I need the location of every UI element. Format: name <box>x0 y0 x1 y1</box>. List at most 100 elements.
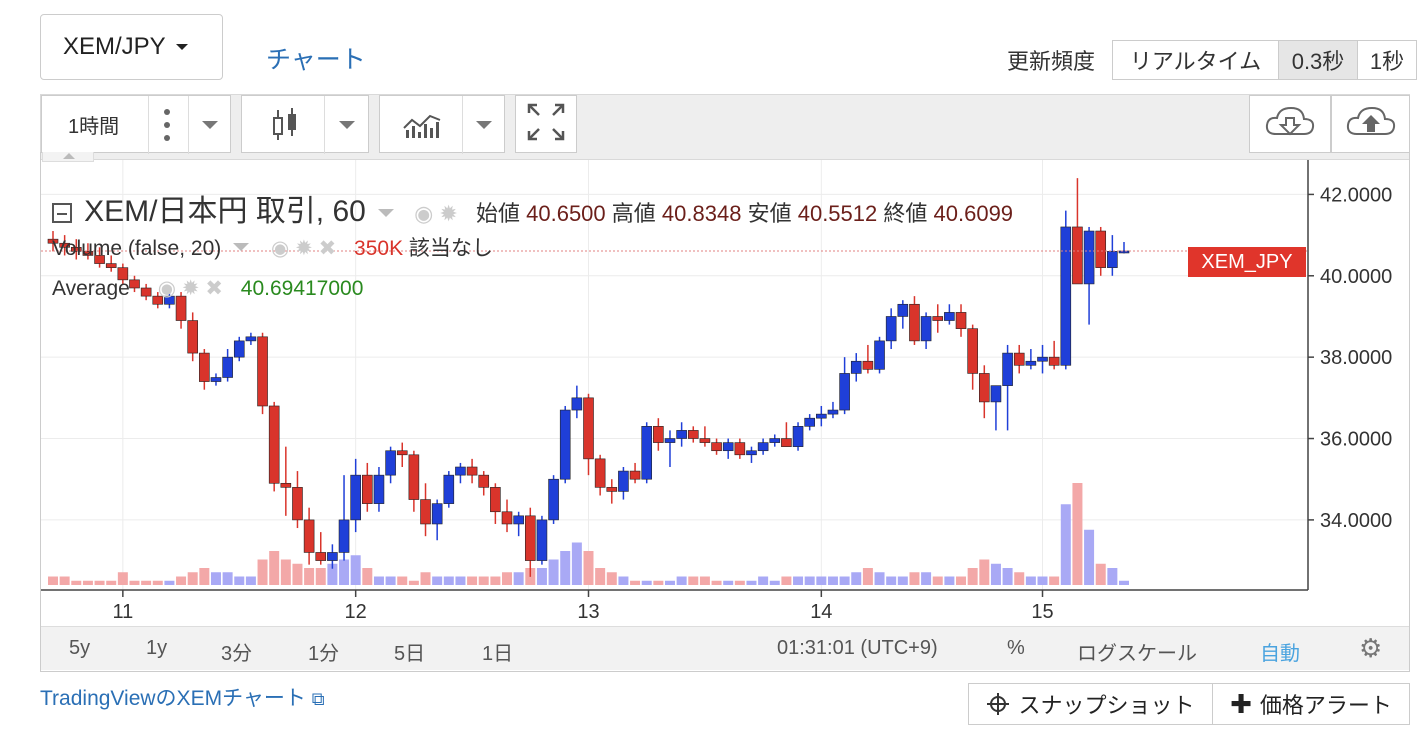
candle-body <box>292 487 303 521</box>
volume-bar <box>618 576 629 585</box>
candle-body <box>199 352 210 382</box>
volume-bar <box>292 563 303 585</box>
candle-body <box>664 438 676 443</box>
range-1d[interactable]: 1日 <box>482 637 513 666</box>
candle-body <box>1048 356 1060 366</box>
candle-body <box>583 397 594 460</box>
plus-icon: ✚ <box>1230 688 1252 719</box>
candle-body <box>1083 230 1095 285</box>
eye-icon[interactable]: ◉ <box>158 277 176 300</box>
candle-body <box>524 515 536 561</box>
volume-bar <box>199 568 210 585</box>
x-tick-label: 13 <box>577 601 599 623</box>
tradingview-link-text: TradingViewのXEMチャート <box>40 687 306 710</box>
volume-bar <box>1060 504 1071 585</box>
candle-body <box>303 519 315 553</box>
candle-body <box>839 373 850 411</box>
volume-bar <box>688 576 699 585</box>
range-3min[interactable]: 3分 <box>221 637 252 666</box>
candle-body <box>816 413 827 419</box>
price-chart[interactable]: 42.0000 40.0000 38.0000 36.0000 34.0000 11 12… <box>0 0 1426 732</box>
chevron-down-icon[interactable] <box>377 209 394 217</box>
candle-body <box>687 430 699 439</box>
snapshot-button[interactable]: スナップショット <box>968 683 1213 725</box>
candle-body <box>676 430 687 439</box>
volume-bar <box>443 576 454 585</box>
volume-bar <box>990 563 1001 585</box>
log-scale-toggle[interactable]: ログスケール <box>1077 637 1197 666</box>
x-tick-label: 12 <box>345 601 367 623</box>
volume-bar <box>944 576 955 585</box>
eye-icon[interactable]: ◉ <box>414 201 433 226</box>
average-title: Average <box>52 277 130 300</box>
percent-toggle[interactable]: % <box>1007 637 1025 660</box>
range-1y[interactable]: 1y <box>146 637 167 660</box>
candle-body <box>909 303 920 342</box>
volume-bar <box>490 576 501 585</box>
close-icon[interactable]: ✖ <box>205 277 223 300</box>
volume-bar <box>758 576 769 585</box>
volume-bar <box>420 572 431 585</box>
candle-body <box>641 426 653 480</box>
candle-body <box>1095 230 1107 268</box>
volume-bar <box>210 572 221 585</box>
volume-bar <box>467 576 478 585</box>
volume-bar <box>152 580 163 585</box>
snapshot-label: スナップショット <box>1018 693 1195 718</box>
range-5d[interactable]: 5日 <box>394 637 425 666</box>
volume-bar <box>455 576 466 585</box>
volume-bar <box>1072 483 1083 585</box>
gear-icon[interactable]: ✹ <box>182 277 200 300</box>
volume-bar <box>245 576 256 585</box>
clock-readout[interactable]: 01:31:01 (UTC+9) <box>777 637 938 660</box>
candle-body <box>362 474 373 504</box>
candle-body <box>1118 250 1130 254</box>
candle-body <box>1002 352 1013 386</box>
y-tick-label: 34.0000 <box>1320 510 1392 532</box>
volume-bar <box>664 580 675 585</box>
pane-collapse-handle[interactable] <box>42 152 94 162</box>
y-tick-label: 36.0000 <box>1320 429 1392 451</box>
collapse-icon[interactable] <box>52 203 72 223</box>
candle-body <box>606 487 618 492</box>
time-axis: 11 12 13 14 15 <box>112 590 1054 623</box>
volume-bar <box>1002 568 1013 585</box>
volume-bar <box>827 576 838 585</box>
volume-bar <box>502 572 513 585</box>
volume-bar <box>630 580 641 585</box>
range-1min[interactable]: 1分 <box>308 637 339 666</box>
volume-bar <box>339 559 350 585</box>
volume-bar <box>595 568 606 585</box>
volume-legend: Volume (false, 20) ◉ ✹ ✖ 350K 該当なし <box>52 232 493 262</box>
eye-icon[interactable]: ◉ <box>271 237 289 260</box>
volume-bar <box>408 580 419 585</box>
close-value: 40.6099 <box>933 201 1014 226</box>
volume-bar <box>373 576 384 585</box>
volume-bar <box>59 576 70 585</box>
volume-value: 350K <box>354 237 404 260</box>
candle-body <box>944 312 955 321</box>
gear-icon[interactable]: ✹ <box>295 237 313 260</box>
open-value: 40.6500 <box>526 201 606 226</box>
candle-body <box>443 474 455 504</box>
candle-body <box>804 417 815 427</box>
close-icon[interactable]: ✖ <box>319 237 337 260</box>
tradingview-link[interactable]: TradingViewのXEMチャート ⧉ <box>40 682 325 712</box>
volume-bar <box>746 580 757 585</box>
candle-body <box>222 356 233 378</box>
candle-body <box>874 340 885 370</box>
price-alert-button[interactable]: ✚ 価格アラート <box>1212 683 1410 725</box>
candle-body <box>105 263 117 268</box>
gear-icon[interactable]: ✹ <box>439 201 457 226</box>
settings-icon[interactable]: ⚙ <box>1359 633 1382 664</box>
candle-body <box>850 360 862 374</box>
volume-bar <box>816 576 827 585</box>
chevron-down-icon[interactable] <box>233 243 250 251</box>
volume-bar <box>793 576 804 585</box>
range-5y[interactable]: 5y <box>69 637 90 660</box>
candle-body <box>757 442 769 452</box>
candle-body <box>1072 226 1083 285</box>
crosshair-icon <box>987 693 1010 715</box>
volume-bar <box>886 576 897 585</box>
auto-scale-toggle[interactable]: 自動 <box>1260 637 1300 666</box>
